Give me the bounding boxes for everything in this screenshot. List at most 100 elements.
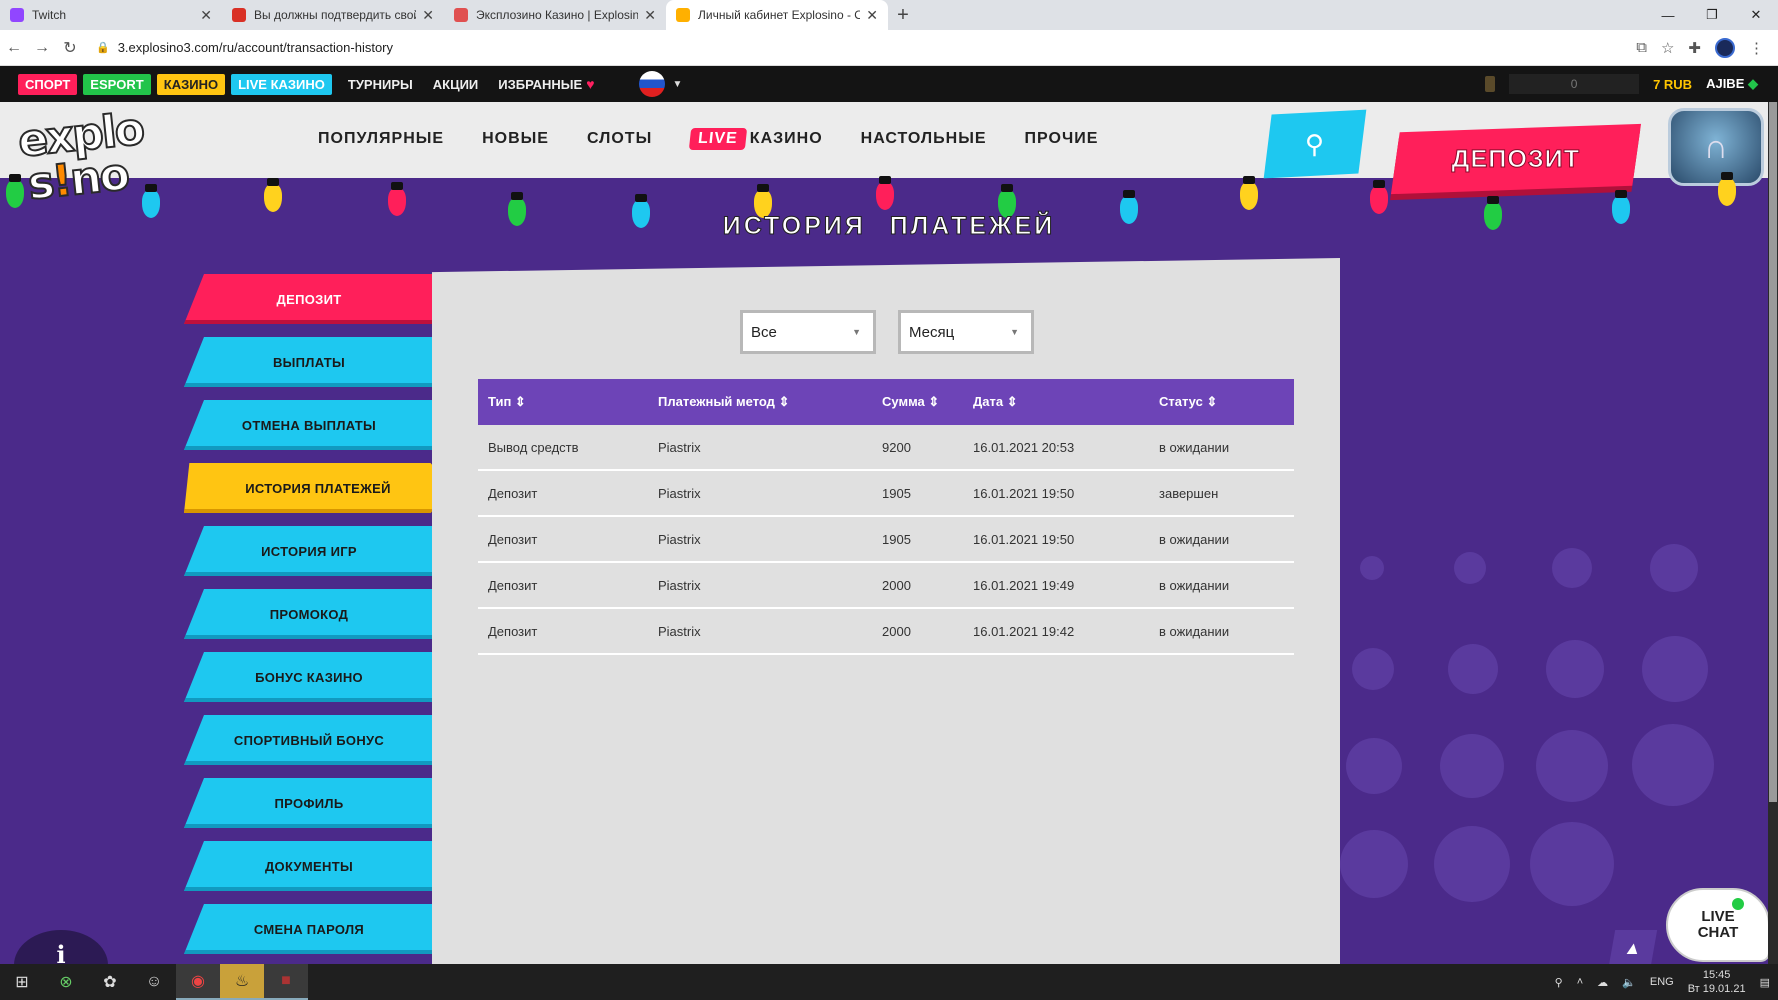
menu-kebab-icon[interactable]: ⋮ [1749,39,1764,57]
scrollbar-thumb[interactable] [1769,102,1777,802]
nav-other[interactable]: ПРОЧИЕ [1025,130,1099,148]
extensions-puzzle-icon[interactable]: ✚ [1688,39,1701,57]
nav-sport[interactable]: СПОРТ [18,73,78,95]
menu-item-documents[interactable]: ДОКУМЕНТЫ [184,841,434,891]
menu-item-payment-history[interactable]: ИСТОРИЯ ПЛАТЕЖЕЙ [184,463,452,513]
type-filter-select[interactable]: Все ▼ [740,310,876,354]
browser-tab-account[interactable]: Личный кабинет Explosino - Onl ✕ [666,0,888,30]
cell-status: в ожидании [1159,531,1230,547]
system-clock[interactable]: 15:45 Вт 19.01.21 [1688,968,1746,996]
app-icon[interactable]: ✿ [88,964,132,1000]
clock-date: Вт 19.01.21 [1687,983,1746,995]
system-tray: ⚲ ˄ ☁ 🔈 ENG 15:45 Вт 19.01.21 ▤ [1555,964,1770,1000]
forward-icon[interactable]: → [28,39,56,57]
steam-icon[interactable]: ♨ [220,964,264,1000]
menu-item-casino-bonus[interactable]: БОНУС КАЗИНО [184,652,434,702]
nav-new[interactable]: НОВЫЕ [482,130,549,148]
nav-live-casino[interactable]: LIVE КАЗИНО [231,73,332,95]
new-tab-button[interactable]: + [888,0,918,30]
col-header-label: Платежный метод [658,394,775,409]
col-header-label: Тип [488,394,512,409]
browser-tab-twitch[interactable]: Twitch ✕ [0,0,222,30]
cell-status: в ожидании [1159,439,1230,455]
close-tab-icon[interactable]: ✕ [200,7,212,24]
game-app-icon[interactable]: ■ [264,964,308,1000]
live-chat-button[interactable]: LIVE CHAT [1666,888,1770,962]
back-icon[interactable]: ← [0,39,28,57]
input-language[interactable]: ENG [1650,976,1674,988]
menu-item-withdrawals[interactable]: ВЫПЛАТЫ [184,337,434,387]
menu-item-change-password[interactable]: СМЕНА ПАРОЛЯ [184,904,434,954]
light-bulb-icon [1370,180,1388,214]
close-tab-icon[interactable]: ✕ [644,7,656,24]
lock-icon[interactable]: 🔒 [96,41,110,54]
windows-start-icon[interactable]: ⊞ [0,964,44,1000]
menu-item-promocode[interactable]: ПРОМОКОД [184,589,434,639]
discord-icon[interactable]: ☺ [132,964,176,1000]
col-header-date[interactable]: Дата ⇕ [963,394,1149,410]
profile-avatar[interactable] [1715,37,1735,58]
close-tab-icon[interactable]: ✕ [866,7,878,24]
tab-title: Twitch [32,8,67,22]
col-header-method[interactable]: Платежный метод ⇕ [648,394,872,410]
nav-slots[interactable]: СЛОТЫ [587,130,652,148]
cell-method: Piastrix [658,577,701,593]
xbox-icon[interactable]: ⊗ [44,964,88,1000]
scroll-to-top-button[interactable]: ▲ [1608,930,1658,966]
browser-tabbar: Twitch ✕ Вы должны подтвердить свой а ✕ … [0,0,1778,30]
nav-tournaments[interactable]: ТУРНИРЫ [348,77,413,92]
bookmark-star-icon[interactable]: ☆ [1661,39,1674,57]
nav-esport[interactable]: ESPORT [83,73,151,95]
language-flag-icon[interactable] [638,71,665,97]
cell-status: в ожидании [1159,577,1230,593]
show-hidden-icons[interactable]: ˄ [1577,976,1583,988]
menu-item-profile[interactable]: ПРОФИЛЬ [184,778,434,828]
chrome-icon[interactable]: ◉ [176,964,220,1000]
username[interactable]: AJIBE ◆ [1706,76,1758,92]
chevron-down-icon[interactable]: ▼ [673,79,683,90]
close-tab-icon[interactable]: ✕ [422,7,434,24]
gmail-favicon-icon [232,8,246,22]
cell-status: в ожидании [1159,623,1230,639]
balance-amount[interactable]: 7 RUB [1653,77,1692,92]
nav-live-casino-main[interactable]: LIVE КАЗИНО [689,128,822,150]
tab-title: Вы должны подтвердить свой а [254,8,417,22]
address-bar[interactable]: 🔒 3.explosino3.com/ru/account/transactio… [96,34,1636,62]
browser-tab-gmail[interactable]: Вы должны подтвердить свой а ✕ [222,0,444,30]
light-bulb-icon [876,176,894,210]
tab-title: Личный кабинет Explosino - Onl [698,8,861,22]
heart-icon: ♥ [586,76,595,92]
tab-title: Эксплозино Казино | Explosino с [476,8,639,22]
people-icon[interactable]: ⚲ [1555,976,1563,989]
menu-item-cancel-withdrawal[interactable]: ОТМЕНА ВЫПЛАТЫ [184,400,434,450]
nav-table-games[interactable]: НАСТОЛЬНЫЕ [861,130,987,148]
sort-icon: ⇕ [1006,394,1018,409]
col-header-amount[interactable]: Сумма ⇕ [872,394,963,410]
restore-icon[interactable]: ❐ [1690,0,1734,30]
col-header-type[interactable]: Тип ⇕ [478,394,648,410]
menu-item-deposit[interactable]: ДЕПОЗИТ [184,274,434,324]
nav-popular[interactable]: ПОПУЛЯРНЫЕ [318,130,444,148]
notifications-icon[interactable]: ▤ [1760,976,1770,989]
christmas-lights-decoration [0,160,1778,230]
nav-casino[interactable]: КАЗИНО [156,73,226,95]
close-window-icon[interactable]: ✕ [1734,0,1778,30]
browser-tab-explosino[interactable]: Эксплозино Казино | Explosino с ✕ [444,0,666,30]
cell-date: 16.01.2021 20:53 [973,439,1075,455]
col-header-status[interactable]: Статус ⇕ [1149,394,1294,410]
volume-icon[interactable]: 🔈 [1622,976,1636,989]
translate-icon[interactable]: ⧉ [1636,39,1647,56]
cell-date: 16.01.2021 19:42 [973,623,1075,639]
nav-promotions[interactable]: АКЦИИ [433,77,479,92]
menu-item-game-history[interactable]: ИСТОРИЯ ИГР [184,526,434,576]
cell-amount: 1905 [882,485,911,501]
col-header-label: Дата [973,394,1004,409]
menu-item-sport-bonus[interactable]: СПОРТИВНЫЙ БОНУС [184,715,434,765]
reload-icon[interactable]: ↻ [56,38,84,58]
bg-dot [1454,552,1486,584]
minimize-icon[interactable]: — [1646,0,1690,30]
network-icon[interactable]: ☁ [1597,976,1608,989]
nav-favorites[interactable]: ИЗБРАННЫЕ ♥ [498,76,594,92]
period-filter-select[interactable]: Месяц ▼ [898,310,1034,354]
page-scrollbar[interactable] [1768,102,1778,964]
